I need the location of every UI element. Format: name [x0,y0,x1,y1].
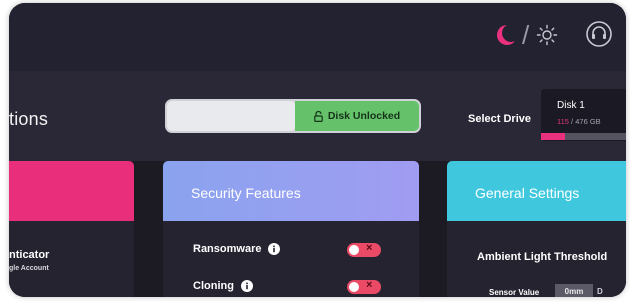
drive-selector[interactable]: Disk 1 115 / 476 GB [541,89,626,141]
settings-content: nticator gle Account Security Features R… [9,161,626,297]
page-title: tions [9,109,49,129]
authenticator-card-header [9,161,134,221]
headset-icon[interactable] [585,20,613,48]
disk-unlocked-label: Disk Unlocked [327,110,401,122]
toggle-off-icon: × [366,279,373,291]
info-icon[interactable] [240,280,253,292]
sensor-option-0mm[interactable]: 0mm [555,284,593,297]
app-window: / tions Disk Unlocked Select Drive Disk … [9,3,626,297]
authenticator-subtitle: gle Account [9,265,49,272]
toolbar: tions Disk Unlocked Select Drive Disk 1 … [9,71,626,161]
authenticator-card: nticator gle Account [9,161,134,297]
feature-row-cloning: Cloning [193,280,253,292]
disk-usage: 115 / 476 GB [557,117,601,126]
general-settings-title: General Settings [475,185,580,201]
lock-toggle-knob[interactable] [167,101,295,131]
cloning-label: Cloning [193,280,234,292]
toggle-knob [349,245,359,255]
disk-total: 476 GB [575,117,601,126]
ransomware-label: Ransomware [193,243,262,255]
feature-row-ransomware: Ransomware [193,243,281,255]
authenticator-title: nticator [9,249,50,261]
moon-icon[interactable] [492,22,518,48]
top-bar: / [9,3,626,71]
disk-used: 115 [557,117,569,126]
sensor-option-next[interactable]: D [597,284,626,297]
theme-divider: / [522,19,530,50]
toggle-knob [349,282,359,292]
info-icon[interactable] [268,243,281,255]
disk-unlocked-state[interactable]: Disk Unlocked [295,101,419,131]
toggle-off-icon: × [366,242,373,254]
disk-usage-bar-fill [541,133,565,140]
general-settings-card: General Settings Ambient Light Threshold… [447,161,626,297]
disk-lock-toggle[interactable]: Disk Unlocked [165,99,421,133]
disk-usage-bar [541,133,626,140]
ransomware-toggle[interactable]: × [347,242,381,257]
cloning-toggle[interactable]: × [347,279,381,294]
sun-icon[interactable] [536,24,558,46]
disk-name: Disk 1 [557,100,585,111]
security-features-title: Security Features [191,185,301,201]
unlock-icon [314,110,323,122]
sensor-value-label: Sensor Value [489,288,540,297]
theme-switcher: / [492,20,558,50]
select-drive-label: Select Drive [468,113,531,125]
security-features-card: Security Features Ransomware × Cloning × [163,161,419,297]
ambient-light-label: Ambient Light Threshold [477,251,608,263]
